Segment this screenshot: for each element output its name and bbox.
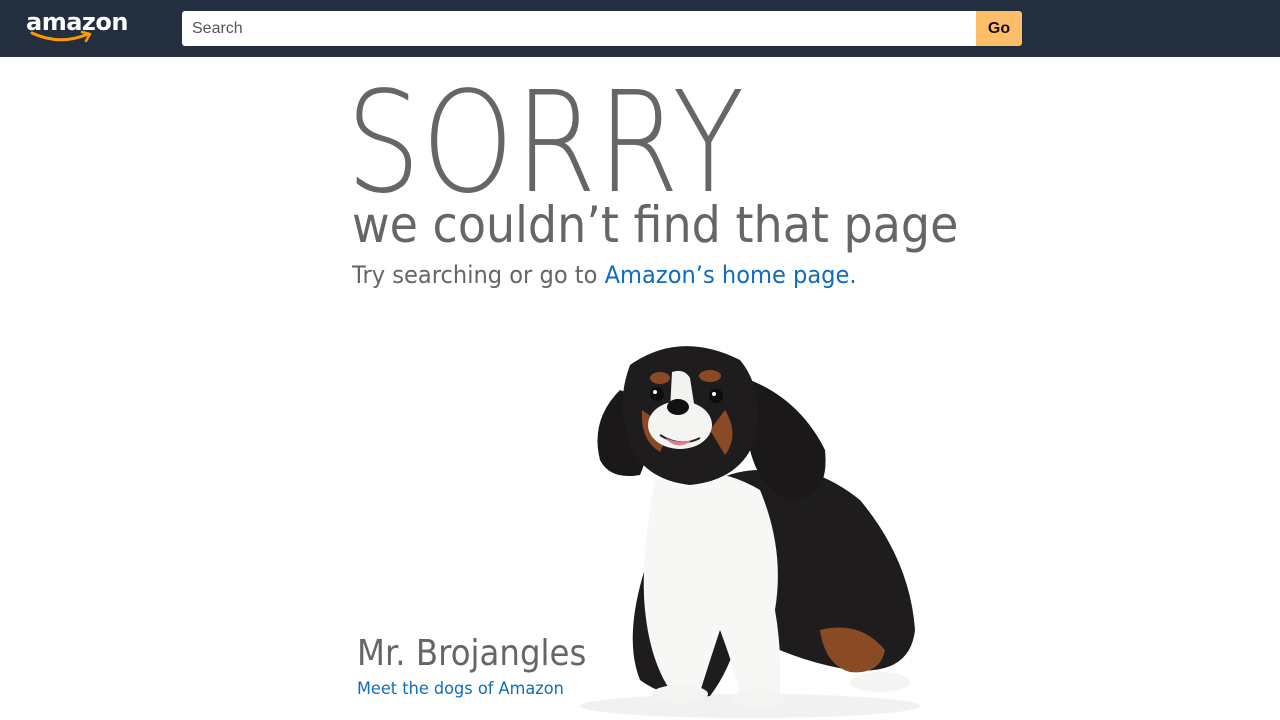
dog-photo — [580, 346, 920, 718]
search-input[interactable] — [182, 11, 976, 46]
home-page-link[interactable]: Amazon’s home page — [605, 261, 850, 289]
amazon-logo[interactable]: amazon — [26, 8, 136, 48]
error-prompt-suffix: . — [849, 261, 857, 289]
error-prompt-prefix: Try searching or go to — [352, 261, 605, 289]
top-navigation-bar: amazon Go — [0, 0, 1280, 57]
dog-name: Mr. Brojangles — [357, 633, 587, 674]
go-button[interactable]: Go — [976, 11, 1022, 46]
meet-dogs-link[interactable]: Meet the dogs of Amazon — [357, 678, 564, 700]
error-heading: SORRY — [346, 62, 746, 225]
search-bar: Go — [182, 11, 1022, 46]
error-subheading: we couldn’t find that page — [352, 196, 959, 254]
logo-smile-icon — [30, 30, 92, 43]
error-prompt: Try searching or go to Amazon’s home pag… — [352, 260, 857, 290]
